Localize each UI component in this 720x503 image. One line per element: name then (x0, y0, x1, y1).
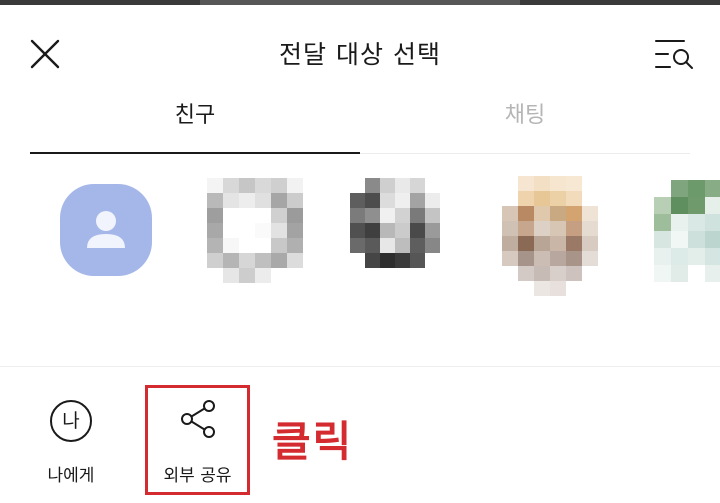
annotation-click-label: 클릭 (272, 417, 354, 466)
page-title: 전달 대상 선택 (279, 40, 441, 69)
friend-item[interactable] (500, 170, 600, 296)
annotation-highlight-box (145, 385, 250, 495)
default-profile-icon (87, 211, 125, 248)
friend-item[interactable] (348, 170, 448, 295)
tab-active-indicator (30, 152, 360, 154)
avatar (207, 178, 303, 283)
avatar (654, 180, 720, 282)
friend-list (0, 170, 720, 300)
send-to-me-label: 나에게 (47, 466, 95, 486)
list-search-button[interactable] (648, 31, 700, 77)
avatar (502, 176, 598, 296)
me-icon-glyph: 나 (62, 410, 80, 432)
tab-friends[interactable]: 친구 (30, 95, 360, 155)
send-to-me-button[interactable]: 나 나에게 (30, 385, 112, 490)
friend-item[interactable] (652, 170, 720, 295)
tab-bar: 친구 채팅 (30, 95, 690, 157)
tab-chats[interactable]: 채팅 (360, 95, 690, 155)
avatar (60, 184, 152, 276)
list-search-icon (655, 40, 693, 69)
avatar (350, 178, 440, 268)
header: 전달 대상 선택 (0, 5, 720, 95)
friend-item[interactable] (205, 170, 305, 295)
friend-item[interactable] (52, 170, 152, 295)
section-divider (0, 366, 720, 367)
